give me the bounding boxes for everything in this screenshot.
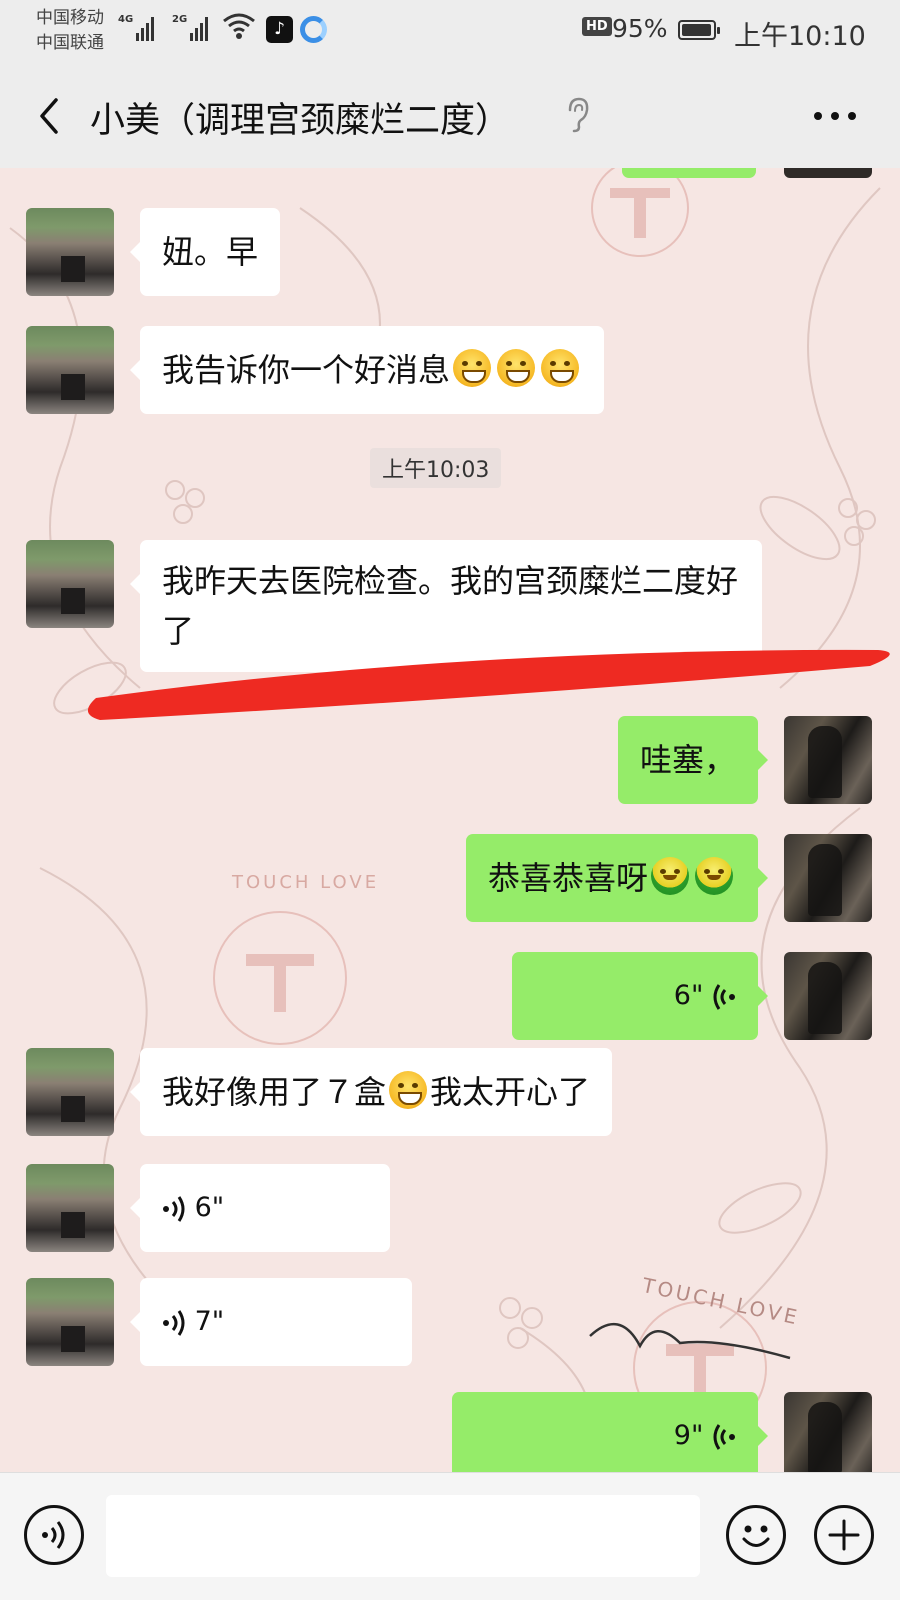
contact-avatar[interactable] [26,208,114,296]
watermark-text: TOUCH LOVE [231,872,379,893]
message-input[interactable] [106,1495,700,1577]
watermark-text: TOUCH LOVE [639,1273,802,1330]
grin-emoji-icon [389,1071,428,1109]
smile-emoji-icon [695,857,733,895]
network-type-1: 4G [118,14,134,25]
voice-wave-icon [163,1195,185,1222]
status-time: 上午10:10 [734,21,866,52]
message-bubble-incoming[interactable]: 我告诉你一个好消息 [129,326,605,414]
more-icon[interactable] [810,102,860,132]
voice-message-outgoing[interactable]: 9" [452,1392,768,1472]
contact-avatar[interactable] [26,1048,114,1136]
voice-input-icon[interactable] [24,1505,84,1565]
hd-badge: HD [582,17,612,36]
grin-emoji-icon [497,349,536,387]
chat-area[interactable]: TOUCH LOVE TOUCH LOVE 妞。早 我告诉你一个好消息 上午10… [0,168,900,1472]
my-avatar[interactable] [784,716,872,804]
message-text: 我告诉你一个好消息 [162,351,451,389]
battery-fill [682,24,711,36]
emoji-icon[interactable] [726,1505,786,1565]
voice-message-incoming[interactable]: 6" [130,1164,390,1252]
input-bar [0,1472,900,1600]
message-bubble-incoming[interactable]: 我昨天去医院检查。我的宫颈糜烂二度好了 [130,540,762,672]
voice-wave-icon [713,1423,735,1450]
tiktok-icon: ♪ [266,16,293,43]
signal-2-icon [190,15,208,41]
chat-header: 小美（调理宫颈糜烂二度） [0,64,900,168]
voice-duration: 6" [673,980,704,1011]
message-timestamp: 上午10:03 [370,448,502,488]
app-notification-icon [300,16,327,43]
contact-avatar[interactable] [26,1164,114,1252]
message-bubble-outgoing[interactable]: 恭喜恭喜呀 [465,834,769,922]
carrier-2: 中国联通 [36,33,104,53]
previous-avatar-fragment [784,168,872,178]
plus-icon[interactable] [814,1505,874,1565]
network-type-2: 2G [172,14,188,25]
message-text: 我好像用了７盒 [162,1073,387,1111]
previous-bubble-fragment [622,168,756,178]
contact-avatar[interactable] [26,1278,114,1366]
smile-emoji-icon [651,857,689,895]
chat-title: 小美（调理宫颈糜烂二度） [90,101,511,141]
battery-percent: 95% [612,14,668,43]
message-text: 恭喜恭喜呀 [487,859,648,897]
grin-emoji-icon [541,349,580,387]
voice-wave-icon [163,1309,185,1336]
message-bubble-incoming[interactable]: 我好像用了７盒 我太开心了 [129,1048,613,1136]
contact-avatar[interactable] [26,540,114,628]
back-icon[interactable] [30,94,74,138]
message-text: 我太开心了 [430,1073,591,1111]
grin-emoji-icon [453,349,492,387]
signal-1-icon [136,15,154,41]
voice-duration: 6" [194,1192,225,1223]
carrier-1: 中国移动 [36,8,104,28]
message-bubble-outgoing[interactable]: 哇塞， [617,716,769,804]
contact-avatar[interactable] [26,326,114,414]
battery-icon [678,20,720,40]
voice-message-incoming[interactable]: 7" [130,1278,412,1366]
message-bubble-incoming[interactable]: 妞。早 [129,208,281,296]
voice-duration: 9" [673,1420,704,1451]
wifi-icon [223,13,255,39]
my-avatar[interactable] [784,834,872,922]
voice-message-outgoing[interactable]: 6" [512,952,768,1040]
my-avatar[interactable] [784,1392,872,1472]
status-bar: 中国移动 中国联通 4G 2G ♪ HD 95% 上午10:10 [0,0,900,64]
earpiece-icon [568,97,589,133]
my-avatar[interactable] [784,952,872,1040]
voice-wave-icon [713,983,735,1010]
voice-duration: 7" [194,1306,225,1337]
